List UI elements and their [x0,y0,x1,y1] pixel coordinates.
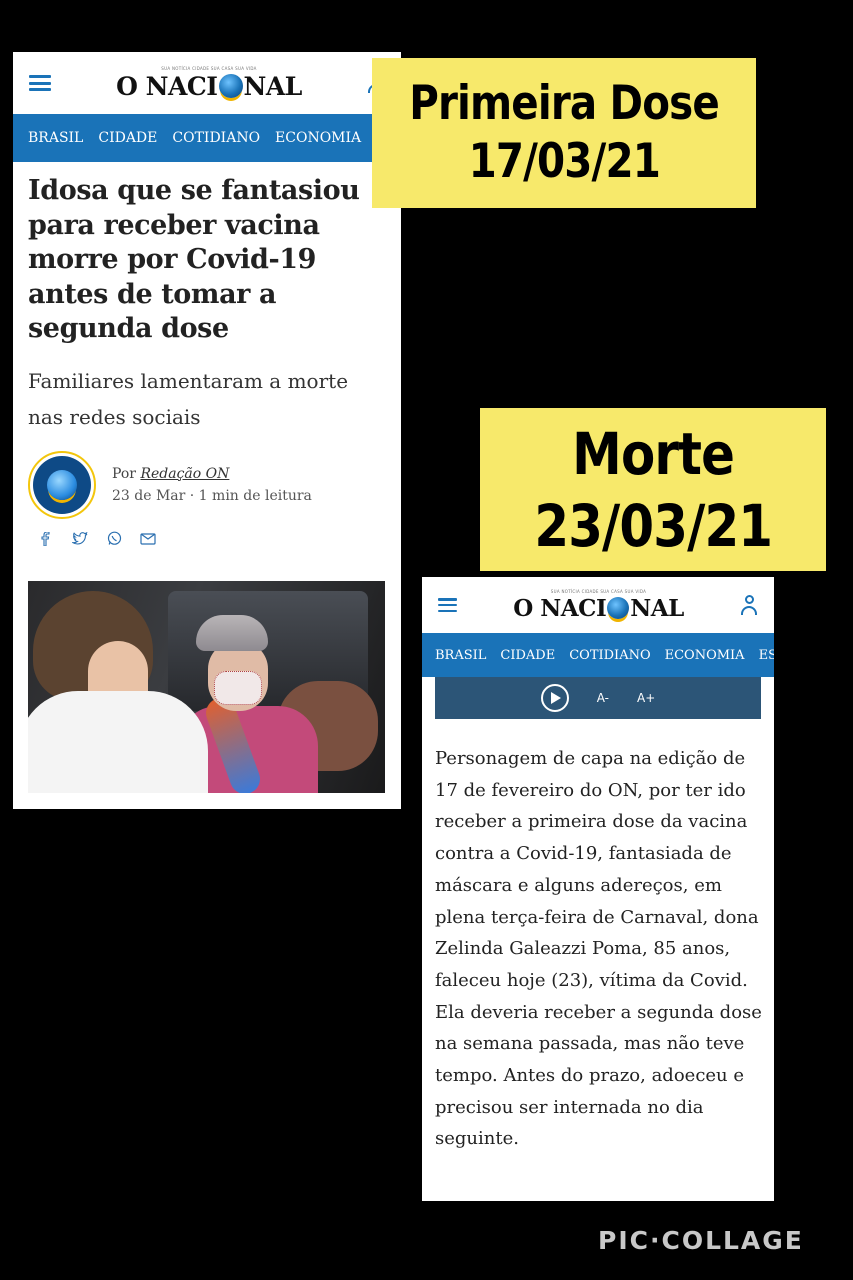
site-logo[interactable]: SUA NOTÍCIA CIDADE SUA CASA SUA VIDA O N… [116,66,302,101]
whatsapp-icon[interactable] [106,531,122,547]
site-header: SUA NOTÍCIA CIDADE SUA CASA SUA VIDA O N… [422,577,774,633]
logo-text-left: O NACI [116,71,218,101]
logo-text-left: O NACI [513,594,607,622]
section-nav: BRASIL CIDADE COTIDIANO ECONOMIA [13,114,401,162]
menu-icon[interactable] [438,598,457,612]
nav-item-cidade[interactable]: CIDADE [98,130,157,146]
facebook-icon[interactable] [38,531,54,547]
play-icon[interactable] [540,684,569,712]
author-link[interactable]: Redação ON [140,466,229,482]
email-icon[interactable] [140,531,156,547]
site-header: SUA NOTÍCIA CIDADE SUA CASA SUA VIDA O N… [13,52,401,114]
share-bar [13,519,401,547]
death-label-date: 23/03/21 [534,491,773,560]
menu-icon[interactable] [29,75,51,91]
nav-item-brasil[interactable]: BRASIL [28,130,83,146]
font-decrease-button[interactable]: A- [597,691,609,705]
byline: Por Redação ON 23 de Mar · 1 min de leit… [13,435,401,519]
article-body: Personagem de capa na edição de 17 de fe… [435,748,762,1150]
article-subhead: Familiares lamentaram a morte nas redes … [28,368,349,429]
nav-item-esportes[interactable]: ESP [759,648,774,663]
first-dose-label-title: Primeira Dose [409,76,720,131]
death-label: Morte 23/03/21 [480,408,826,571]
first-dose-label-date: 17/03/21 [468,134,660,189]
nav-item-cidade[interactable]: CIDADE [500,648,555,663]
logo-text-right: NAL [243,71,303,101]
twitter-icon[interactable] [72,531,88,547]
nav-item-economia[interactable]: ECONOMIA [665,648,745,663]
first-dose-label: Primeira Dose 17/03/21 [372,58,756,208]
globe-icon [607,597,630,619]
article-photo [28,581,385,793]
byline-prefix: Por [112,465,136,482]
author-avatar[interactable] [28,450,96,519]
article-screenshot-first: SUA NOTÍCIA CIDADE SUA CASA SUA VIDA O N… [13,52,401,809]
user-icon[interactable] [740,595,758,615]
nav-item-cotidiano[interactable]: COTIDIANO [569,648,650,663]
article-screenshot-second: SUA NOTÍCIA CIDADE SUA CASA SUA VIDA O N… [422,577,774,1201]
article-headline: Idosa que se fantasiou para receber vaci… [28,175,360,344]
site-logo[interactable]: SUA NOTÍCIA CIDADE SUA CASA SUA VIDA O N… [513,589,684,622]
section-nav: BRASIL CIDADE COTIDIANO ECONOMIA ESP [422,633,774,677]
death-label-title: Morte [572,419,735,488]
globe-icon [218,74,243,98]
globe-icon [47,469,77,500]
nav-item-brasil[interactable]: BRASIL [435,648,486,663]
nav-item-cotidiano[interactable]: COTIDIANO [172,130,260,146]
pic-collage-watermark: PIC·COLLAGE [598,1226,804,1255]
font-increase-button[interactable]: A+ [637,691,655,705]
audio-player-bar: A- A+ [435,677,761,719]
nav-item-economia[interactable]: ECONOMIA [275,130,361,146]
article-meta: 23 de Mar · 1 min de leitura [112,487,312,504]
logo-text-right: NAL [630,594,684,622]
